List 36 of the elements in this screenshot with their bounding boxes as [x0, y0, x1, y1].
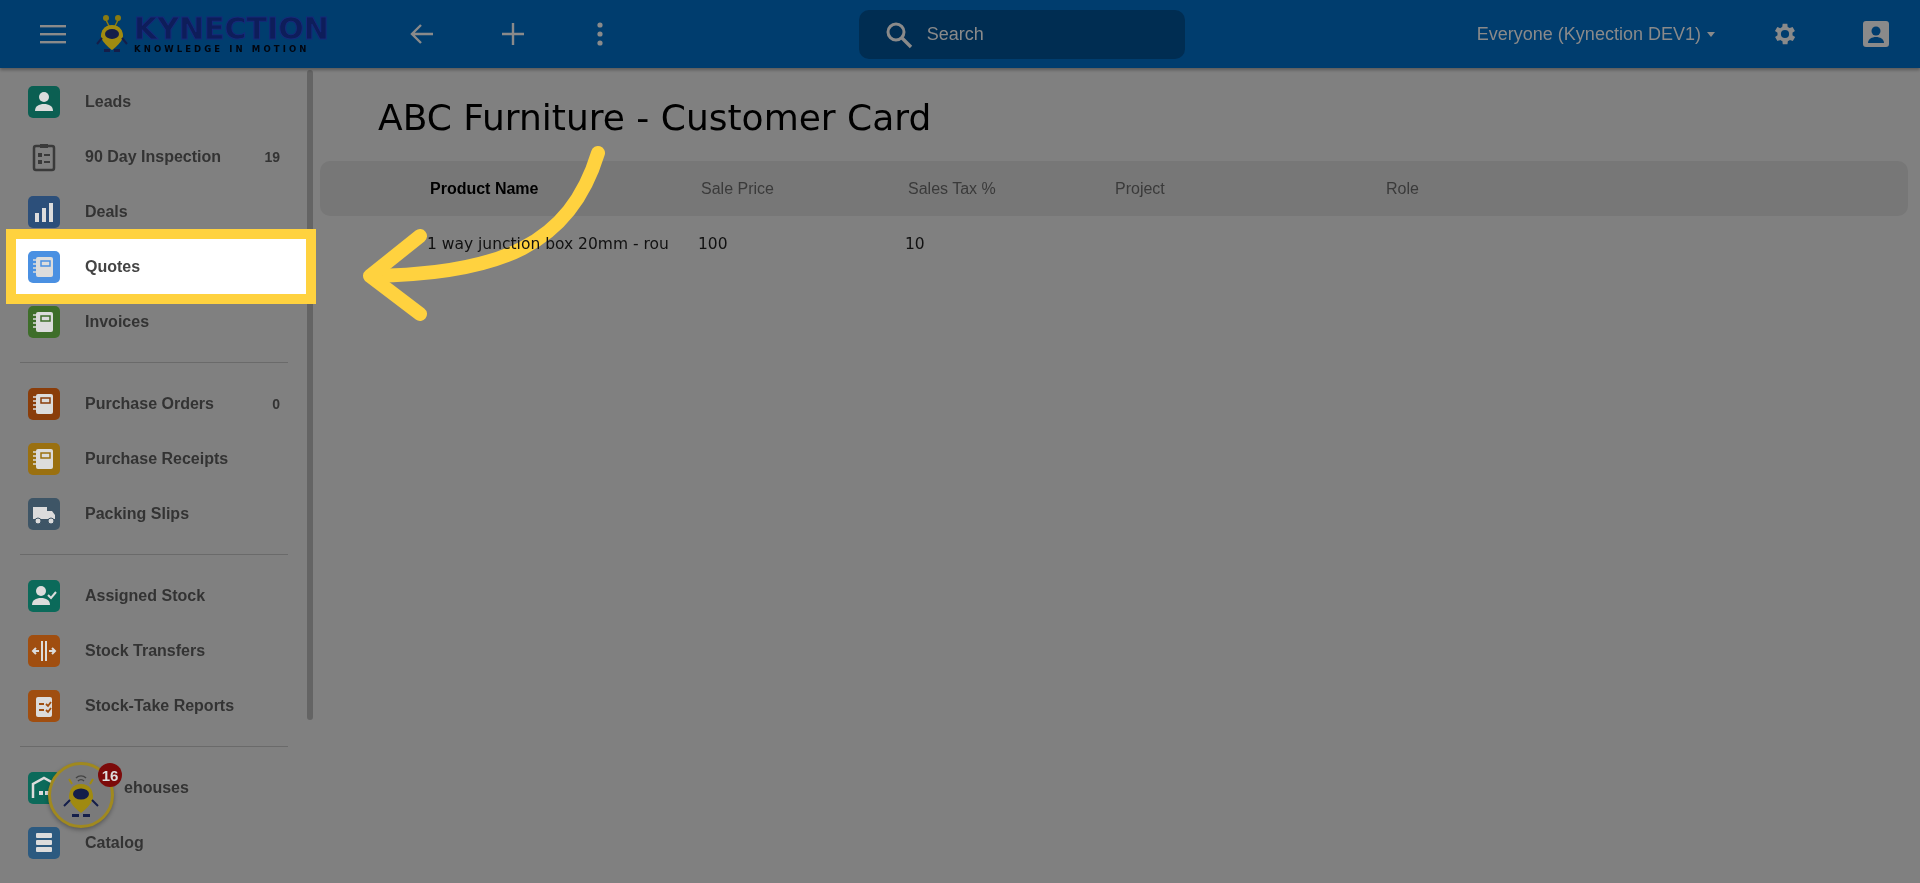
page-title: ABC Furniture - Customer Card: [378, 96, 933, 140]
sidebar-label[interactable]: Purchase Orders: [85, 394, 214, 413]
robot-mascot-icon: [94, 14, 130, 54]
caret-icon: [1706, 31, 1715, 37]
column-header[interactable]: Product Name: [430, 179, 701, 198]
sidebar-label[interactable]: Packing Slips: [85, 504, 190, 523]
table-cell-text: 10: [905, 235, 926, 254]
column-header[interactable]: Project: [1115, 179, 1386, 198]
logo-tagline: KNOWLEDGE IN MOTION: [134, 45, 311, 54]
sidebar-label[interactable]: Invoices: [85, 312, 150, 331]
plus-icon[interactable]: [500, 22, 525, 46]
scrollbar[interactable]: [307, 70, 313, 720]
search-field[interactable]: Search: [858, 9, 1185, 59]
column-header[interactable]: Sales Tax %: [908, 179, 1115, 198]
sidebar-label[interactable]: Stock-Take Reports: [85, 696, 235, 715]
sidebar-label[interactable]: Catalog: [85, 833, 144, 852]
sidebar-label[interactable]: 90 Day Inspection: [85, 147, 222, 166]
sidebar-label[interactable]: Quotes: [85, 257, 141, 276]
item-count: 0: [272, 395, 280, 412]
sidebar-label[interactable]: ehouses: [124, 778, 189, 797]
search-icon: [884, 20, 913, 49]
notification-badge: 16: [98, 763, 122, 787]
table-cell-text: 100: [698, 235, 729, 254]
account-menu[interactable]: Everyone (Kynection DEV1): [1476, 23, 1715, 45]
sidebar-label[interactable]: Leads: [85, 92, 132, 111]
sidebar-label[interactable]: Stock Transfers: [85, 641, 206, 660]
sidebar-label[interactable]: Assigned Stock: [85, 586, 206, 605]
column-header[interactable]: Sale Price: [701, 179, 908, 198]
back-arrow-icon[interactable]: [408, 23, 435, 45]
more-options-icon[interactable]: [596, 22, 603, 46]
column-header[interactable]: Role: [1386, 179, 1908, 198]
menu-icon[interactable]: [40, 24, 66, 44]
sidebar-label[interactable]: Deals: [85, 202, 128, 221]
item-count: 19: [264, 148, 280, 165]
account-icon[interactable]: [1862, 21, 1889, 47]
sidebar-label[interactable]: Purchase Receipts: [85, 449, 229, 468]
